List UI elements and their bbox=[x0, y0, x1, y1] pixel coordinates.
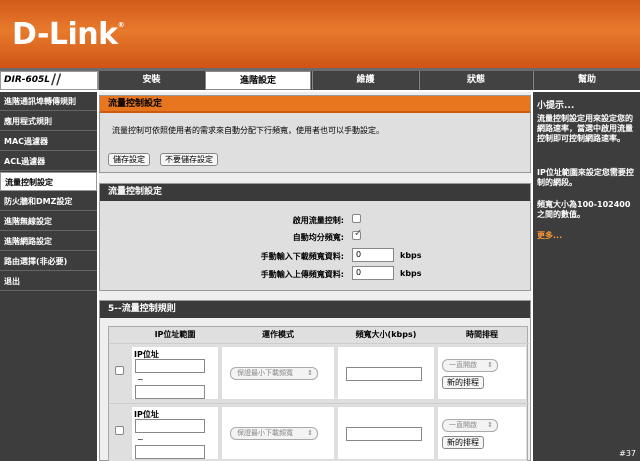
sidebar-item-acl-filter[interactable]: ACL過濾器 bbox=[0, 152, 97, 171]
table-row: IP位址 ~ 保證最小下載頻寬 ⇕ 一直開啟 ⇕ 新的排程 bbox=[109, 403, 529, 461]
sidebar-item-logout[interactable]: 退出 bbox=[0, 272, 97, 291]
hint-text-1: 流量控制設定用來設定您的網路速率，當選中啟用流量控制即可控制網路速率。 bbox=[537, 114, 633, 143]
auto-bandwidth-checkbox[interactable]: ✓ bbox=[352, 228, 363, 240]
header-banner: D-Link® bbox=[0, 0, 640, 68]
sidebar-item-advanced-wireless[interactable]: 進階無線設定 bbox=[0, 212, 97, 231]
traffic-rules-table: IP位址範圍 運作模式 頻寬大小(kbps) 時間排程 IP位址 ~ 保證最小下… bbox=[108, 326, 529, 461]
bandwidth-cell bbox=[337, 406, 435, 460]
mode-select[interactable]: 保證最小下載頻寬 ⇕ bbox=[230, 427, 318, 440]
enable-traffic-control-label: 啟用流量控制: bbox=[292, 216, 344, 225]
range-tilde: ~ bbox=[137, 435, 144, 444]
traffic-rules-body: IP位址範圍 運作模式 頻寬大小(kbps) 時間排程 IP位址 ~ 保證最小下… bbox=[100, 318, 530, 461]
traffic-rules-title: 5--流量控制規則 bbox=[100, 301, 530, 318]
dlink-logo: D-Link® bbox=[12, 17, 125, 52]
traffic-rules-section: 5--流量控制規則 IP位址範圍 運作模式 頻寬大小(kbps) 時間排程 IP… bbox=[99, 300, 531, 461]
tab-help[interactable]: 幫助 bbox=[533, 71, 640, 90]
bandwidth-cell bbox=[337, 346, 435, 400]
ip-end-input[interactable] bbox=[135, 445, 205, 459]
intro-title: 流量控制設定 bbox=[100, 96, 530, 113]
mode-cell: 保證最小下載頻寬 ⇕ bbox=[221, 346, 335, 400]
checkmark-icon: ✓ bbox=[354, 228, 363, 239]
auto-bandwidth-label: 自動均分頻寬: bbox=[292, 233, 344, 242]
download-unit: kbps bbox=[400, 251, 422, 260]
col-bandwidth: 頻寬大小(kbps) bbox=[355, 330, 417, 339]
mode-cell: 保證最小下載頻寬 ⇕ bbox=[221, 406, 335, 460]
download-bandwidth-input[interactable]: 0 bbox=[352, 248, 394, 262]
traffic-settings-body: 啟用流量控制: 自動均分頻寬: ✓ 手動輸入下載頻寬資料: 0 kbps 手動輸… bbox=[100, 201, 530, 290]
bandwidth-input[interactable] bbox=[346, 427, 422, 441]
ip-start-input[interactable] bbox=[135, 419, 205, 433]
hint-text-2: IP位址範圍來設定您需要控制的網段。 bbox=[537, 168, 634, 187]
tab-status[interactable]: 狀態 bbox=[419, 71, 532, 90]
new-schedule-button[interactable]: 新的排程 bbox=[442, 436, 484, 449]
sidebar-item-traffic-control[interactable]: 流量控制設定 bbox=[0, 172, 97, 191]
updown-icon: ⇕ bbox=[307, 429, 313, 437]
sidebar-item-advanced-network[interactable]: 進階網路設定 bbox=[0, 232, 97, 251]
rule-enable-checkbox[interactable] bbox=[115, 426, 124, 435]
schedule-cell: 一直開啟 ⇕ 新的排程 bbox=[437, 346, 527, 400]
enable-traffic-control-checkbox[interactable] bbox=[352, 214, 361, 223]
model-slash-decoration: // bbox=[51, 72, 62, 88]
intro-description: 流量控制可依照使用者的需求來自動分配下行頻寬，使用者也可以手動設定。 bbox=[112, 126, 384, 135]
rule-enable-checkbox[interactable] bbox=[115, 366, 124, 375]
intro-section: 流量控制設定 流量控制可依照使用者的需求來自動分配下行頻寬，使用者也可以手動設定… bbox=[99, 95, 531, 173]
sidebar-item-mac-filter[interactable]: MAC過濾器 bbox=[0, 132, 97, 151]
ip-start-input[interactable] bbox=[135, 359, 205, 373]
hint-text-3: 頻寬大小為100-102400之間的數值。 bbox=[537, 200, 631, 219]
upload-bandwidth-input[interactable]: 0 bbox=[352, 266, 394, 280]
ip-end-input[interactable] bbox=[135, 385, 205, 399]
sidebar-item-routing[interactable]: 路由選擇(非必要) bbox=[0, 252, 97, 271]
tab-setup[interactable]: 安裝 bbox=[98, 71, 204, 90]
upload-bandwidth-label: 手動輸入上傳頻寬資料: bbox=[260, 270, 344, 279]
col-schedule: 時間排程 bbox=[466, 330, 498, 339]
page-number-label: #37 bbox=[619, 449, 636, 458]
more-link[interactable]: 更多... bbox=[537, 230, 562, 241]
model-badge: DIR-605L // bbox=[0, 71, 98, 90]
range-tilde: ~ bbox=[137, 375, 144, 384]
download-bandwidth-label: 手動輸入下載頻寬資料: bbox=[260, 252, 344, 261]
upload-unit: kbps bbox=[400, 269, 422, 278]
sidebar-item-application-rules[interactable]: 應用程式規則 bbox=[0, 112, 97, 131]
traffic-settings-section: 流量控制設定 啟用流量控制: 自動均分頻寬: ✓ 手動輸入下載頻寬資料: 0 k… bbox=[99, 183, 531, 291]
hints-title: 小提示... bbox=[537, 101, 575, 111]
col-mode: 運作模式 bbox=[262, 330, 294, 339]
bandwidth-input[interactable] bbox=[346, 367, 422, 381]
table-row: IP位址 ~ 保證最小下載頻寬 ⇕ 一直開啟 ⇕ 新的排程 bbox=[109, 343, 529, 401]
mode-select[interactable]: 保證最小下載頻寬 ⇕ bbox=[230, 367, 318, 380]
schedule-cell: 一直開啟 ⇕ 新的排程 bbox=[437, 406, 527, 460]
save-button[interactable]: 儲存設定 bbox=[108, 153, 150, 166]
tab-maintenance[interactable]: 維護 bbox=[312, 71, 418, 90]
ip-range-cell: IP位址 ~ bbox=[131, 406, 219, 460]
sidebar-item-firewall-dmz[interactable]: 防火牆和DMZ設定 bbox=[0, 192, 97, 211]
model-name: DIR-605L bbox=[4, 75, 51, 85]
new-schedule-button[interactable]: 新的排程 bbox=[442, 376, 484, 389]
col-ip-range: IP位址範圍 bbox=[154, 330, 196, 339]
updown-icon: ⇕ bbox=[487, 421, 493, 429]
traffic-settings-title: 流量控制設定 bbox=[100, 184, 530, 201]
main-content: 流量控制設定 流量控制可依照使用者的需求來自動分配下行頻寬，使用者也可以手動設定… bbox=[99, 92, 531, 461]
schedule-select[interactable]: 一直開啟 ⇕ bbox=[442, 359, 498, 372]
updown-icon: ⇕ bbox=[307, 369, 313, 377]
schedule-select[interactable]: 一直開啟 ⇕ bbox=[442, 419, 498, 432]
tab-advanced[interactable]: 進階設定 bbox=[205, 71, 311, 90]
hints-panel: 小提示... 流量控制設定用來設定您的網路速率，當選中啟用流量控制即可控制網路速… bbox=[533, 92, 640, 461]
updown-icon: ⇕ bbox=[487, 361, 493, 369]
ip-range-cell: IP位址 ~ bbox=[131, 346, 219, 400]
dont-save-button[interactable]: 不要儲存設定 bbox=[160, 153, 218, 166]
sidebar: 進階通訊埠轉傳規則 應用程式規則 MAC過濾器 ACL過濾器 流量控制設定 防火… bbox=[0, 92, 97, 461]
intro-body: 流量控制可依照使用者的需求來自動分配下行頻寬，使用者也可以手動設定。 儲存設定 … bbox=[100, 113, 530, 172]
sidebar-item-port-forwarding[interactable]: 進階通訊埠轉傳規則 bbox=[0, 92, 97, 111]
